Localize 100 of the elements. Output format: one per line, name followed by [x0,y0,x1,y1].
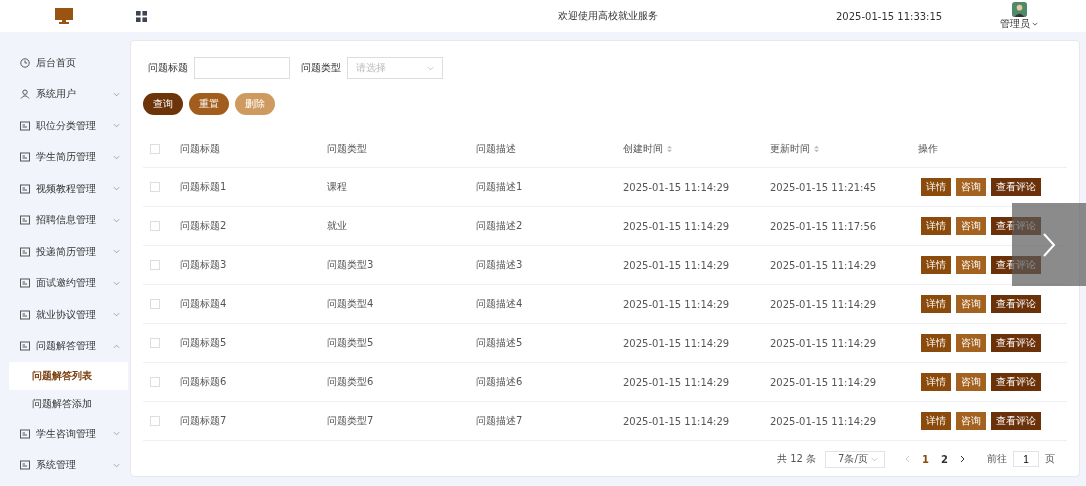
table-cell-text: 2025-01-15 11:14:29 [770,415,878,427]
row-action-button[interactable]: 咨询 [956,373,986,391]
table-cell-text: 问题标题2 [180,219,228,233]
checkbox[interactable] [150,144,160,154]
sidebar-item[interactable]: 招聘信息管理 [0,204,128,236]
row-action-button[interactable]: 咨询 [956,295,986,313]
chevron-down-icon [113,249,120,255]
table-cell-text: 问题标题6 [180,375,228,389]
chevron-down-icon [113,431,120,437]
sidebar-item[interactable]: 系统用户 [0,78,128,110]
page-button[interactable]: 1 [916,453,936,465]
page-size-select[interactable]: 7条/页 [825,450,886,468]
document-icon [20,278,30,289]
row-action-button[interactable]: 查看评论 [991,178,1041,196]
sidebar-item[interactable]: 就业协议管理 [0,299,128,331]
action-button[interactable]: 重置 [189,93,229,115]
sort-icon[interactable] [814,145,819,153]
column-header[interactable]: 创建时间 [623,142,770,156]
table-cell-text: 2025-01-15 11:14:29 [623,337,731,349]
column-header[interactable]: 更新时间 [770,142,918,156]
row-action-button[interactable]: 查看评论 [991,412,1041,430]
table-cell-text: 就业 [327,219,348,233]
row-action-button[interactable]: 详情 [921,412,951,430]
sort-icon[interactable] [667,145,672,153]
table-cell-text: 问题类型5 [327,336,375,350]
chevron-down-icon [113,154,120,160]
table-cell-text: 2025-01-15 11:14:29 [623,298,731,310]
date-time: 2025-01-15 11:33:15 [836,10,943,22]
row-action-button[interactable]: 详情 [921,334,951,352]
row-action-button[interactable]: 查看评论 [991,373,1041,391]
row-action-button[interactable]: 详情 [921,217,951,235]
table-cell-text: 2025-01-15 11:14:29 [770,376,878,388]
page-input-field[interactable]: 1 [1013,451,1039,467]
checkbox[interactable] [150,338,160,348]
user-menu[interactable]: 管理员 [1000,17,1038,31]
next-page-icon[interactable] [960,455,965,463]
row-action-button[interactable]: 查看评论 [991,295,1041,313]
caret-icon [1032,22,1038,26]
table-cell-text: 问题描述2 [476,219,524,233]
submenu-item[interactable]: 问题解答添加 [0,390,128,418]
row-action-button[interactable]: 咨询 [956,256,986,274]
row-action-button[interactable]: 咨询 [956,412,986,430]
row-action-button[interactable]: 详情 [921,178,951,196]
sidebar-item[interactable]: 问题解答管理 [0,330,128,362]
document-icon [20,309,30,320]
document-icon [20,152,30,163]
sidebar-item[interactable]: 后台首页 [0,47,128,79]
menu-icon[interactable] [136,10,147,22]
table-cell-text: 2025-01-15 11:21:45 [770,181,878,193]
sidebar-item[interactable]: 系统管理 [0,449,128,481]
avatar-icon[interactable] [1011,2,1027,17]
checkbox[interactable] [150,416,160,426]
sidebar-item[interactable]: 面试邀约管理 [0,267,128,299]
row-action-button[interactable]: 查看评论 [991,334,1041,352]
table-cell-text: 2025-01-15 11:14:29 [770,337,878,349]
table-cell-text: 2025-01-15 11:14:29 [623,220,731,232]
clock-icon [20,57,30,68]
sidebar-item[interactable]: 投递简历管理 [0,236,128,268]
sidebar-item[interactable]: 视频教程管理 [0,173,128,205]
document-icon [20,215,30,226]
sidebar-item[interactable]: 职位分类管理 [0,110,128,142]
page-button[interactable]: 2 [935,453,954,465]
checkbox[interactable] [150,377,160,387]
row-action-button[interactable]: 详情 [921,256,951,274]
chevron-down-icon [113,186,120,192]
monitor-icon [54,7,74,25]
table-cell-text: 问题类型7 [327,414,375,428]
submenu-item[interactable]: 问题解答列表 [9,362,128,390]
field-label: 问题类型 [301,61,341,75]
checkbox[interactable] [150,260,160,270]
title-input-field[interactable] [194,57,290,79]
table-cell-text: 2025-01-15 11:14:29 [770,298,878,310]
row-action-button[interactable]: 详情 [921,373,951,391]
table-cell-text: 2025-01-15 11:14:29 [623,259,731,271]
document-icon [20,341,30,352]
row-action-button[interactable]: 咨询 [956,217,986,235]
table-cell-text: 2025-01-15 11:17:56 [770,220,878,232]
table-cell-text: 2025-01-15 11:14:29 [623,376,731,388]
row-action-button[interactable]: 详情 [921,295,951,313]
row-action-button[interactable]: 咨询 [956,334,986,352]
checkbox[interactable] [150,299,160,309]
document-icon [20,428,30,439]
chevron-down-icon [113,312,120,318]
action-button[interactable]: 查询 [143,93,183,115]
sidebar-item[interactable]: 学生咨询管理 [0,418,128,450]
column-header: 问题标题 [180,142,221,156]
chevron-down-icon [113,462,120,468]
sidebar-item[interactable]: 学生简历管理 [0,141,128,173]
row-action-button[interactable]: 咨询 [956,178,986,196]
table-cell-text: 2025-01-15 11:14:29 [623,415,731,427]
user-icon [20,89,30,100]
table-cell-text: 问题描述3 [476,258,524,272]
chevron-up-icon [113,343,120,349]
checkbox[interactable] [150,221,160,231]
table-cell-text: 问题描述6 [476,375,524,389]
chevron-right-icon [1042,231,1056,258]
checkbox[interactable] [150,182,160,192]
chevron-down-icon [113,217,120,223]
previous-page-icon[interactable] [905,455,911,463]
page-title: 欢迎使用高校就业服务 [558,9,658,23]
